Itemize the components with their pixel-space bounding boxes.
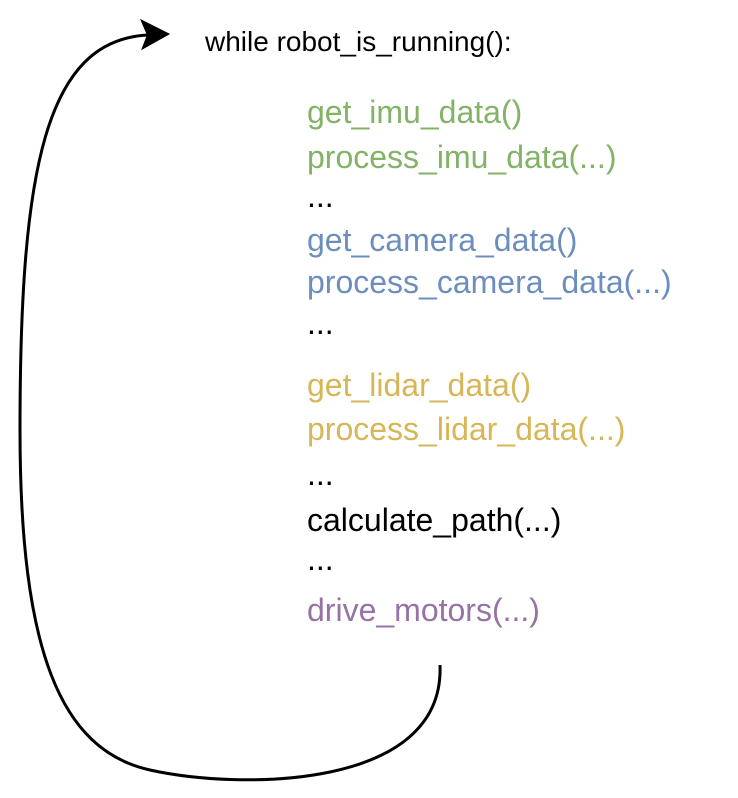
line-get-camera-data: get_camera_data()	[307, 222, 578, 258]
line-calculate-path: calculate_path(...)	[307, 502, 562, 538]
line-get-lidar-data: get_lidar_data()	[307, 367, 532, 403]
loop-header: while robot_is_running():	[205, 26, 512, 57]
line-process-imu-data: process_imu_data(...)	[307, 139, 617, 175]
line-process-camera-data: process_camera_data(...)	[307, 264, 672, 300]
line-get-imu-data: get_imu_data()	[307, 94, 523, 130]
line-process-lidar-data: process_lidar_data(...)	[307, 411, 626, 447]
ellipsis-4: ...	[307, 541, 334, 577]
ellipsis-1: ...	[307, 178, 334, 214]
line-drive-motors: drive_motors(...)	[307, 592, 540, 628]
ellipsis-2: ...	[307, 305, 334, 341]
ellipsis-3: ...	[307, 456, 334, 492]
